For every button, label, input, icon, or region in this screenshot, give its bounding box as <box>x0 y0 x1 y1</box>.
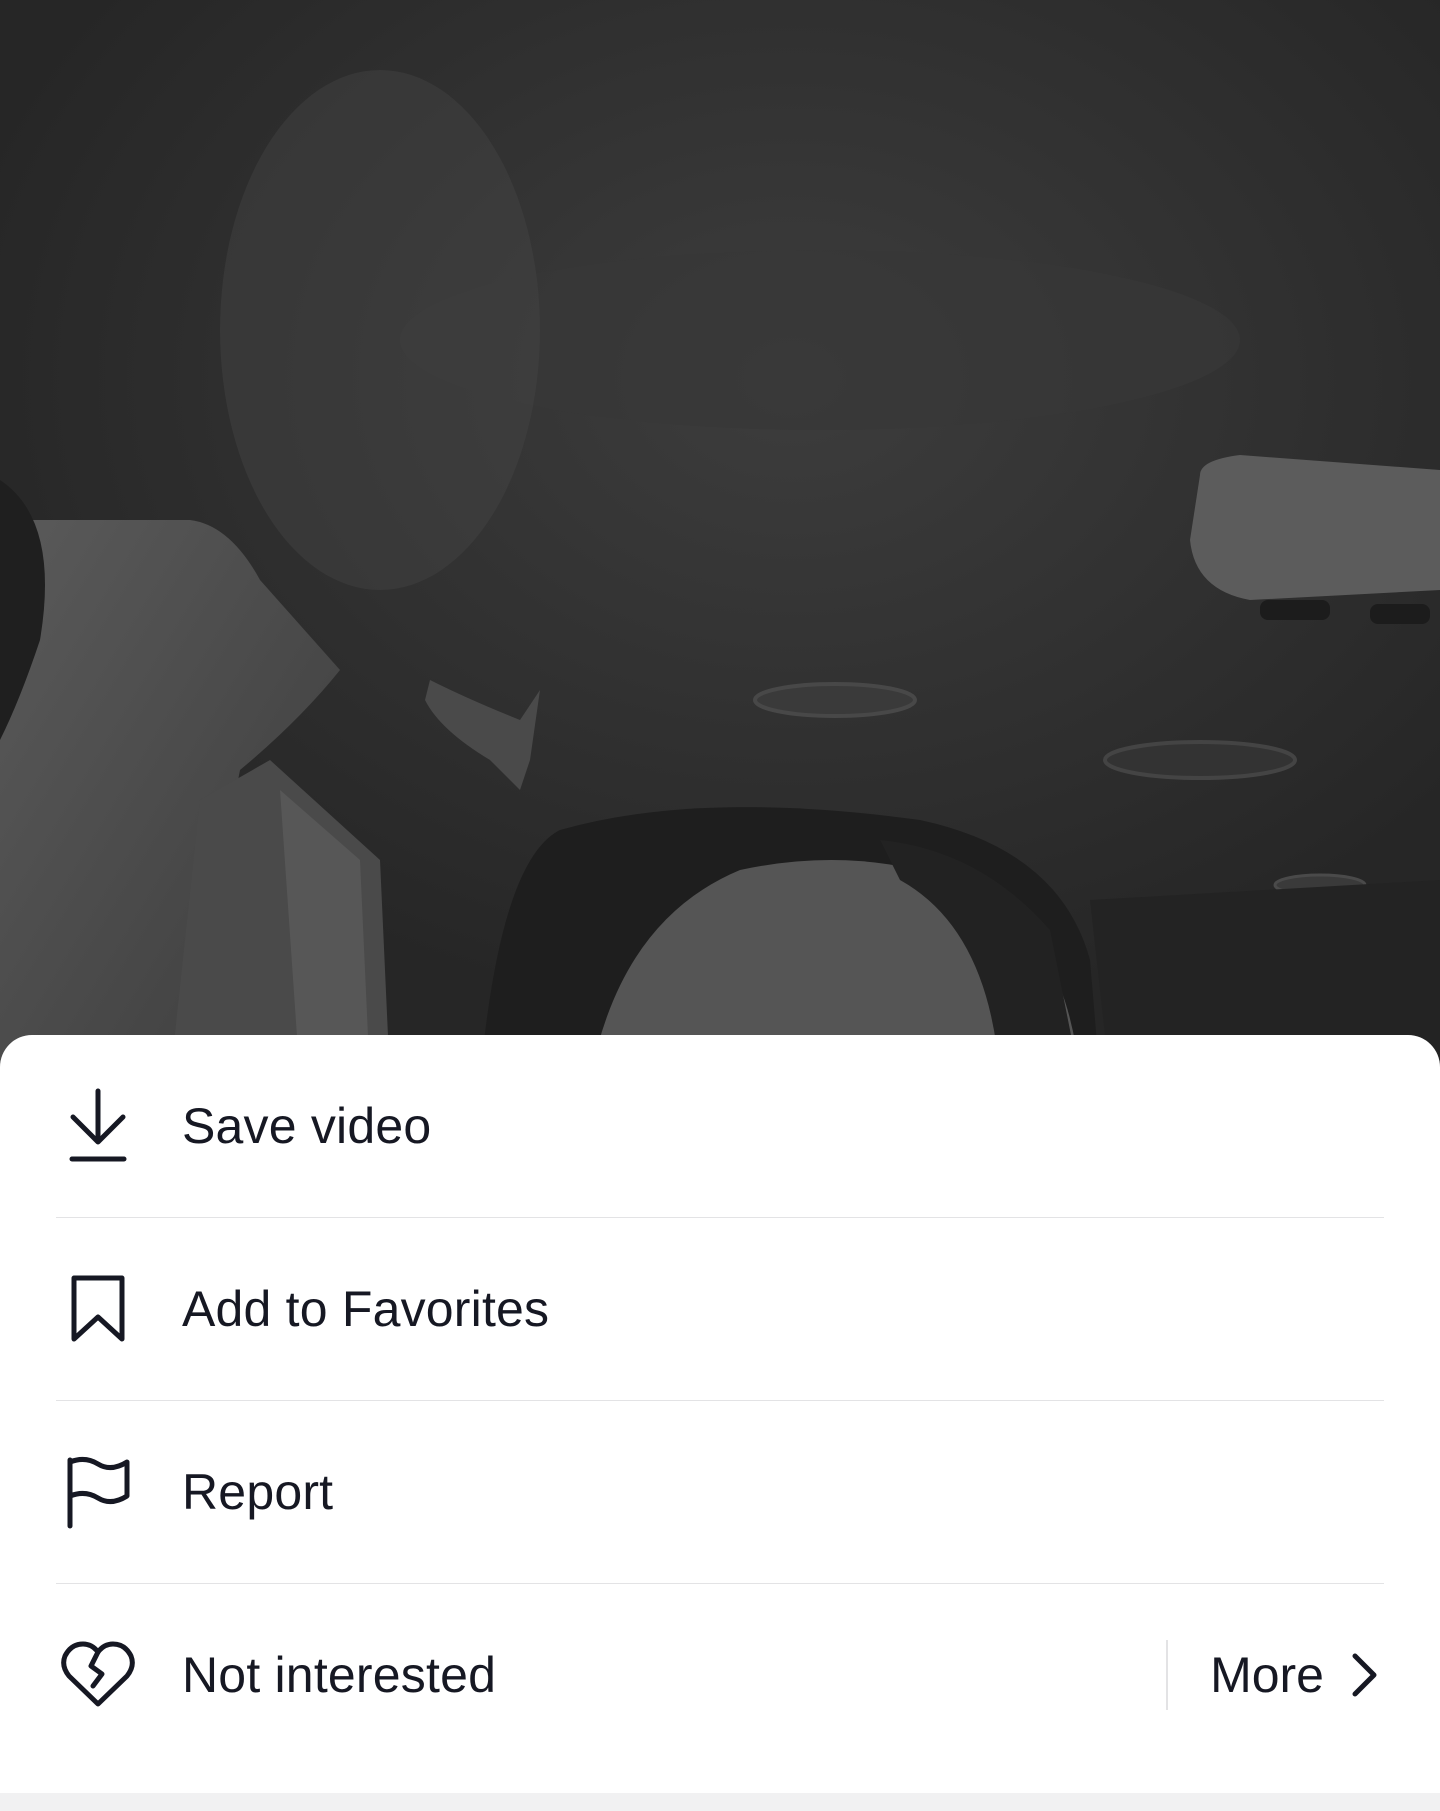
chevron-right-icon <box>1344 1651 1384 1699</box>
vertical-divider <box>1166 1640 1169 1710</box>
save-video-option[interactable]: Save video <box>56 1035 1384 1218</box>
action-sheet: Save video Add to Favorites Report Not i… <box>0 1035 1440 1793</box>
broken-heart-icon <box>56 1633 140 1717</box>
video-backdrop[interactable] <box>0 0 1440 1080</box>
add-to-favorites-label: Add to Favorites <box>182 1281 550 1337</box>
not-interested-option[interactable]: Not interested More <box>56 1584 1384 1766</box>
video-frame-image <box>0 0 1440 1080</box>
screen: Save video Add to Favorites Report Not i… <box>0 0 1440 1811</box>
home-indicator-area <box>0 1793 1440 1811</box>
bookmark-icon <box>56 1267 140 1351</box>
report-label: Report <box>182 1464 334 1520</box>
add-to-favorites-option[interactable]: Add to Favorites <box>56 1218 1384 1401</box>
more-label: More <box>1210 1647 1324 1703</box>
save-video-label: Save video <box>182 1098 432 1154</box>
not-interested-label: Not interested <box>182 1647 497 1703</box>
flag-icon <box>56 1450 140 1534</box>
more-button[interactable]: More <box>1210 1646 1384 1704</box>
download-icon <box>56 1084 140 1168</box>
more-section: More <box>1166 1584 1384 1766</box>
report-option[interactable]: Report <box>56 1401 1384 1584</box>
